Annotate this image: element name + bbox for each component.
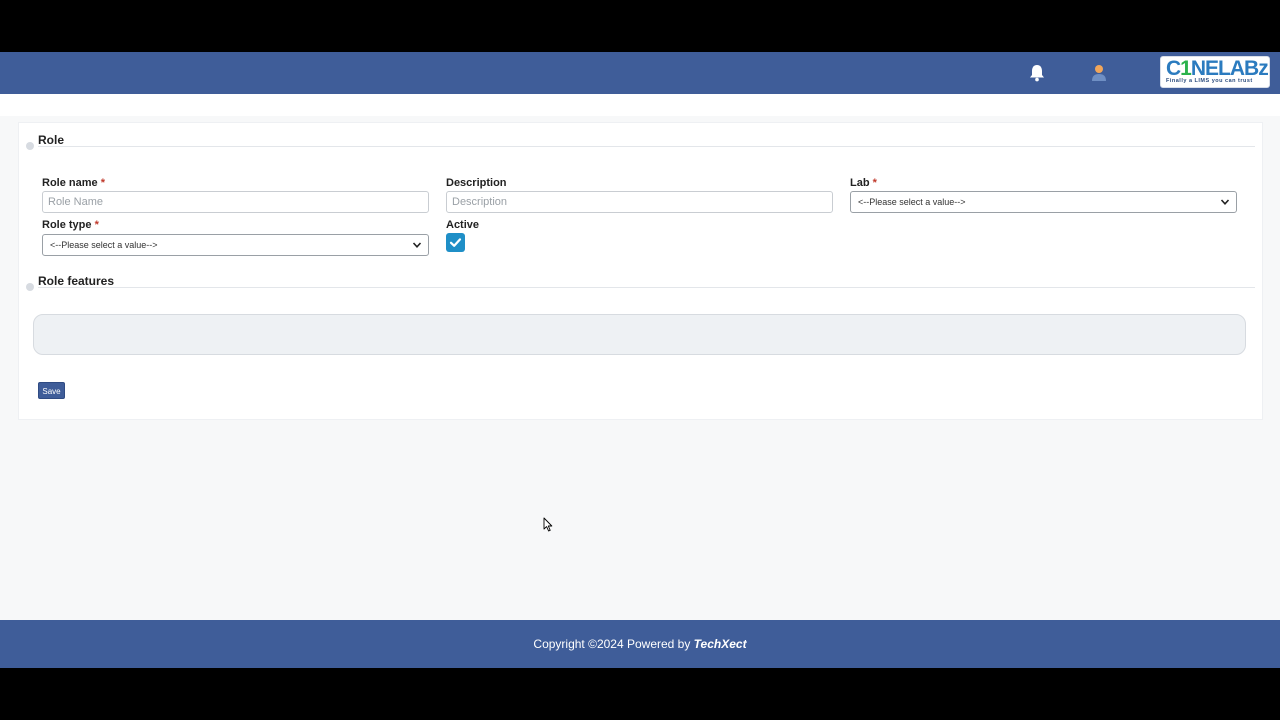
footer-copyright: Copyright ©2024 Powered by [533,637,694,651]
role-type-select[interactable]: <--Please select a value--> [42,234,429,256]
user-avatar-icon[interactable] [1089,63,1109,83]
chevron-down-icon [412,242,422,248]
footer-brand-link[interactable]: TechXect [694,637,747,651]
save-button[interactable]: Save [38,382,65,399]
mouse-cursor-icon [543,517,553,532]
lab-label: Lab * [850,177,877,189]
footer: Copyright ©2024 Powered by TechXect [0,620,1280,668]
letterbox-bottom [0,668,1280,720]
section-title-role-features: Role features [38,274,115,288]
subheader-strip [0,94,1280,116]
role-form-card [18,122,1263,420]
role-name-input[interactable]: Role Name [42,191,429,213]
section-divider [38,146,1255,147]
logo-tagline: Finally a LIMS you can trust [1166,78,1253,84]
checkmark-icon [449,238,462,247]
role-type-label: Role type * [42,219,99,231]
description-input[interactable]: Description [446,191,833,213]
notification-bell-icon[interactable] [1027,63,1047,83]
collapse-role-icon[interactable] [26,142,34,150]
role-features-panel [33,314,1246,355]
section-divider [38,287,1255,288]
chevron-down-icon [1220,199,1230,205]
section-title-role: Role [38,133,65,147]
collapse-role-features-icon[interactable] [26,283,34,291]
active-label: Active [446,219,480,231]
role-type-select-value: <--Please select a value--> [50,240,158,250]
role-name-label: Role name * [42,177,105,189]
letterbox-top [0,0,1280,52]
lab-select[interactable]: <--Please select a value--> [850,191,1237,213]
active-checkbox[interactable] [446,233,465,252]
lab-select-value: <--Please select a value--> [858,197,966,207]
top-navbar [0,52,1280,94]
description-label: Description [446,177,507,189]
onelabz-logo[interactable]: C1NELABz Finally a LIMS you can trust [1160,56,1270,88]
